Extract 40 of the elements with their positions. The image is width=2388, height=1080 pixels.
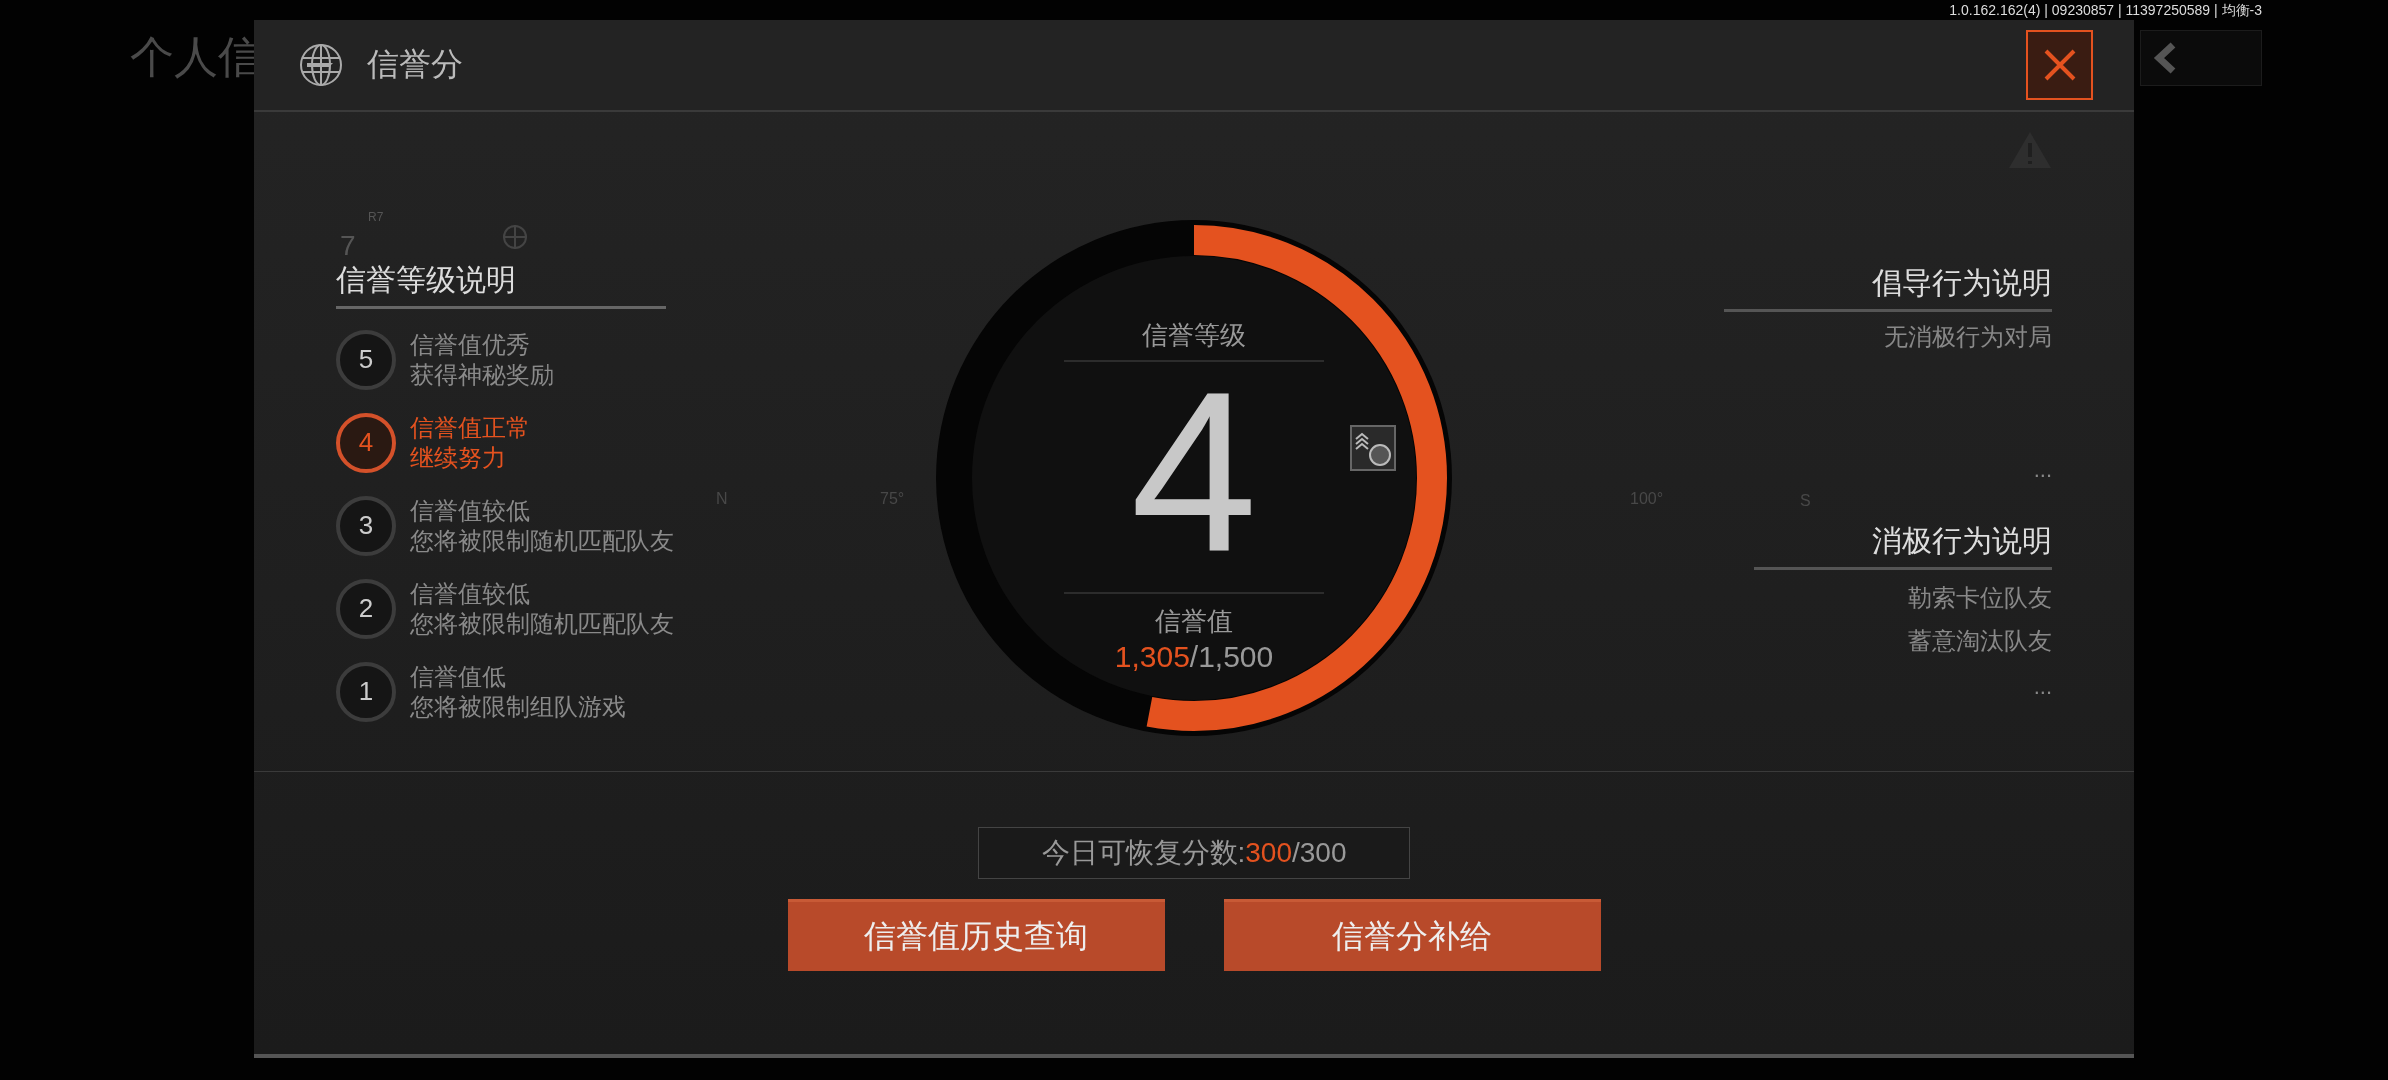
level-title: 信誉值优秀 (410, 329, 531, 360)
level-badge: 3 (336, 495, 396, 556)
globe-icon (299, 43, 343, 87)
level-description: 获得神秘奖励 (410, 359, 554, 390)
crosshair-icon (502, 224, 528, 250)
more-indicator: ... (2033, 457, 2052, 483)
level-title: 信誉值较低 (410, 495, 531, 526)
rank-badge-icon (1350, 425, 1396, 471)
level-title: 信誉值较低 (410, 578, 531, 609)
more-indicator: ... (2033, 674, 2052, 700)
gauge-label: 信誉值 (1155, 606, 1233, 636)
behavior-item: 蓄意淘汰队友 (1908, 626, 2052, 656)
level-badge: 4 (336, 412, 396, 473)
level-description: 您将被限制组队游戏 (410, 691, 626, 722)
section-heading: 倡导行为说明 (1724, 265, 2052, 312)
level-title: 信誉值正常 (410, 412, 530, 443)
level-description: 您将被限制随机匹配队友 (410, 608, 674, 639)
level-badge: 1 (336, 661, 396, 722)
action-button[interactable]: 信誉值历史查询 (787, 899, 1165, 971)
back-button[interactable] (2140, 30, 2262, 86)
recovery-label: 今日可恢复分数: (1041, 836, 1246, 870)
section-heading: 信誉等级说明 (336, 262, 666, 309)
dialog-title: 信誉分 (367, 45, 463, 84)
level-description: 继续努力 (410, 442, 507, 473)
level-title: 信誉值低 (410, 661, 507, 692)
max-score: /1,500 (1189, 640, 1274, 673)
level-badge: 2 (336, 578, 396, 639)
action-button[interactable]: 信誉分补给 (1223, 899, 1601, 971)
section-heading: 消极行为说明 (1754, 523, 2052, 570)
close-button[interactable] (2026, 30, 2093, 100)
current-score: 1,305 (1114, 640, 1190, 673)
version-info: 1.0.162.162(4) | 09230857 | 11397250589 | 均衡-3 (1949, 2, 2262, 20)
recovery-max: /300 (1292, 837, 1347, 869)
behavior-item: 勒索卡位队友 (1908, 583, 2052, 613)
level-badge: 5 (336, 329, 396, 390)
behavior-item: 无消极行为对局 (1884, 322, 2052, 352)
gauge-label: 信誉等级 (1142, 320, 1246, 350)
level-description: 您将被限制随机匹配队友 (410, 525, 674, 556)
recovery-current: 300 (1245, 837, 1292, 869)
credit-level-number: 4 (1130, 362, 1258, 582)
